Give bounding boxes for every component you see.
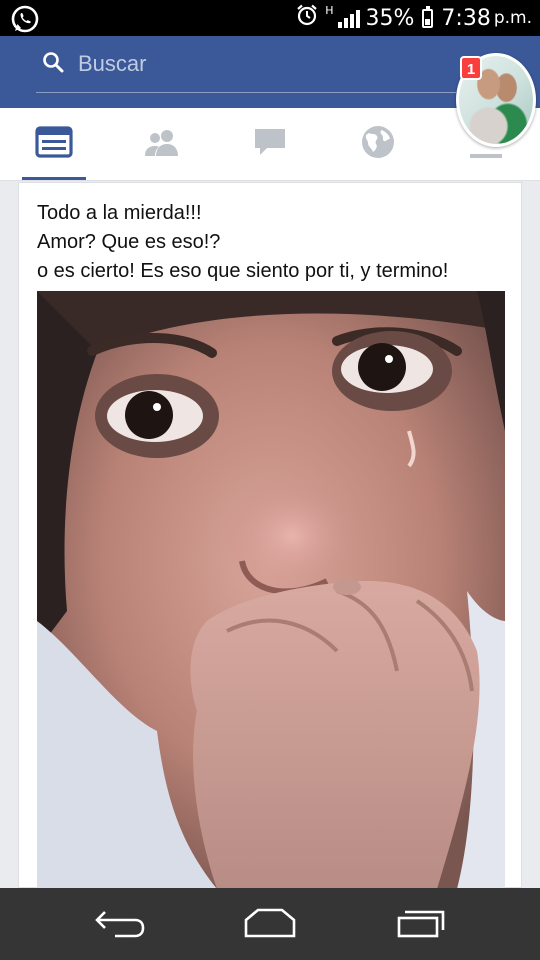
post-photo[interactable] — [37, 291, 505, 889]
clock-ampm: p.m. — [493, 8, 532, 28]
alarm-clock-icon — [295, 3, 319, 33]
post-card: Todo a la mierda!!! Amor? Que es eso!? o… — [18, 182, 522, 889]
tab-messages[interactable] — [250, 126, 290, 162]
recent-apps-icon — [393, 908, 447, 943]
globe-notifications-icon — [360, 124, 396, 165]
friends-icon — [143, 127, 181, 162]
post-text: Todo a la mierda!!! Amor? Que es eso!? o… — [37, 199, 507, 286]
notification-badge: 1 — [460, 56, 482, 80]
tab-friends[interactable] — [142, 126, 182, 162]
post-text-line: o es cierto! Es eso que siento por ti, y… — [37, 260, 449, 282]
active-tab-indicator — [22, 177, 86, 180]
home-icon — [242, 908, 298, 943]
system-nav-bar — [0, 888, 540, 960]
news-feed-icon — [35, 125, 73, 163]
home-button[interactable] — [240, 908, 300, 942]
recent-apps-button[interactable] — [390, 908, 450, 942]
back-button[interactable] — [90, 908, 150, 942]
messages-icon — [253, 127, 287, 162]
search-icon — [36, 51, 76, 78]
post-text-line: Todo a la mierda!!! — [37, 202, 202, 224]
network-type: H — [325, 3, 334, 17]
tab-news-feed[interactable] — [34, 125, 74, 163]
search-bar[interactable] — [36, 36, 456, 93]
battery-percent: 35% — [365, 5, 415, 31]
clock-time: 7:38 — [441, 5, 491, 31]
back-icon — [93, 908, 147, 943]
signal-bars-icon — [337, 8, 360, 28]
search-input[interactable] — [76, 50, 400, 78]
post-text-line: Amor? Que es eso!? — [37, 231, 221, 253]
battery-icon — [422, 5, 434, 28]
whatsapp-icon — [10, 4, 40, 39]
tab-notifications[interactable] — [358, 124, 398, 165]
status-bar: H 35% 7:38 p.m. — [0, 0, 540, 36]
